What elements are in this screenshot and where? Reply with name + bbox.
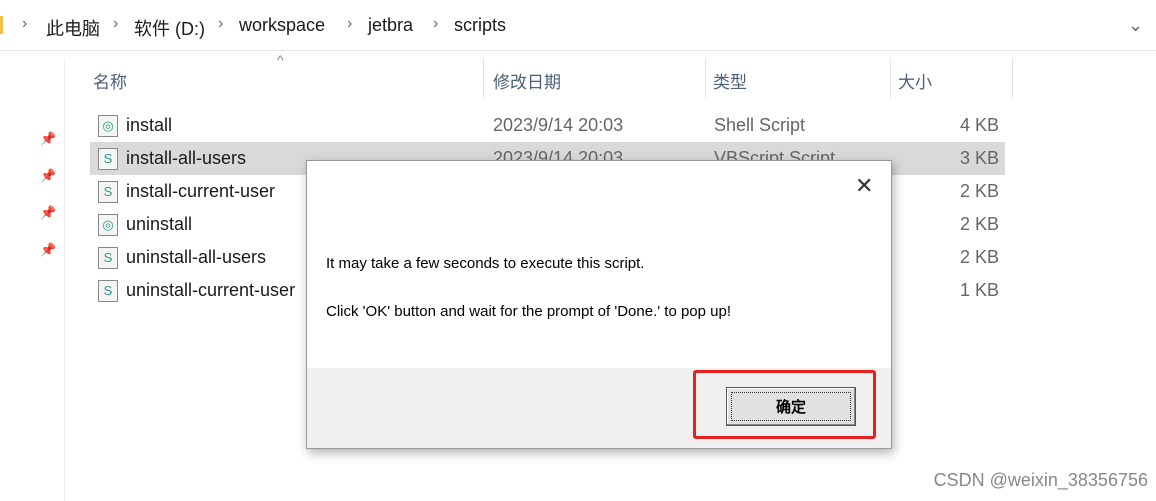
column-header-name[interactable]: 名称 (93, 68, 127, 93)
pin-icon[interactable]: 📌 (40, 168, 56, 184)
address-bar[interactable]: › 此电脑 › 软件 (D:) › workspace › jetbra › s… (0, 0, 1156, 51)
column-header-size[interactable]: 大小 (898, 68, 932, 93)
breadcrumb-item[interactable]: jetbra (368, 15, 413, 36)
file-name: install-current-user (126, 181, 276, 201)
chevron-right-icon: › (347, 15, 353, 32)
file-size: 2 KB (959, 247, 999, 267)
file-name: uninstall (126, 214, 193, 234)
sort-ascending-icon: ^ (277, 52, 284, 68)
shell-script-icon: ◎ (98, 214, 118, 236)
ok-button[interactable]: 确定 (726, 387, 856, 426)
file-size: 3 KB (959, 148, 999, 168)
message-dialog: ✕ It may take a few seconds to execute t… (306, 160, 892, 449)
column-divider[interactable] (890, 58, 891, 98)
folder-icon (0, 16, 3, 34)
file-size: 1 KB (959, 280, 999, 300)
watermark: CSDN @weixin_38356756 (933, 470, 1148, 490)
ok-button-label: 确定 (731, 392, 851, 421)
vbscript-icon: S (98, 148, 118, 170)
dialog-message-line1: It may take a few seconds to execute thi… (326, 255, 645, 272)
file-size: 2 KB (959, 181, 999, 201)
file-name: uninstall-all-users (126, 247, 267, 267)
file-type: Shell Script (714, 115, 806, 135)
column-divider[interactable] (1012, 58, 1013, 98)
close-button[interactable]: ✕ (855, 173, 873, 199)
chevron-right-icon: › (433, 15, 439, 32)
column-divider[interactable] (705, 58, 706, 98)
file-row[interactable]: ◎ install 2023/9/14 20:03 Shell Script 4… (90, 109, 1005, 142)
nav-pane-divider (64, 58, 65, 501)
breadcrumb-item[interactable]: 此电脑 (46, 15, 100, 41)
breadcrumb-item[interactable]: scripts (454, 15, 506, 36)
file-name: install (126, 115, 173, 135)
file-name: install-all-users (126, 148, 247, 168)
column-header-date[interactable]: 修改日期 (493, 68, 561, 93)
file-name: uninstall-current-user (126, 280, 296, 300)
vbscript-icon: S (98, 181, 118, 203)
file-size: 2 KB (959, 214, 999, 234)
breadcrumb-item[interactable]: 软件 (D:) (134, 15, 205, 41)
chevron-right-icon: › (22, 15, 28, 32)
vbscript-icon: S (98, 280, 118, 302)
dialog-message-line2: Click 'OK' button and wait for the promp… (326, 303, 732, 320)
shell-script-icon: ◎ (98, 115, 118, 137)
chevron-down-icon[interactable]: ⌄ (1128, 15, 1143, 36)
pin-icon[interactable]: 📌 (40, 205, 56, 221)
breadcrumb-item[interactable]: workspace (239, 15, 325, 36)
chevron-right-icon: › (218, 15, 224, 32)
pin-icon[interactable]: 📌 (40, 131, 56, 147)
column-divider[interactable] (483, 58, 484, 98)
chevron-right-icon: › (113, 15, 119, 32)
column-header-type[interactable]: 类型 (713, 68, 747, 93)
vbscript-icon: S (98, 247, 118, 269)
file-size: 4 KB (959, 115, 999, 135)
file-date: 2023/9/14 20:03 (493, 115, 624, 135)
pin-icon[interactable]: 📌 (40, 242, 56, 258)
